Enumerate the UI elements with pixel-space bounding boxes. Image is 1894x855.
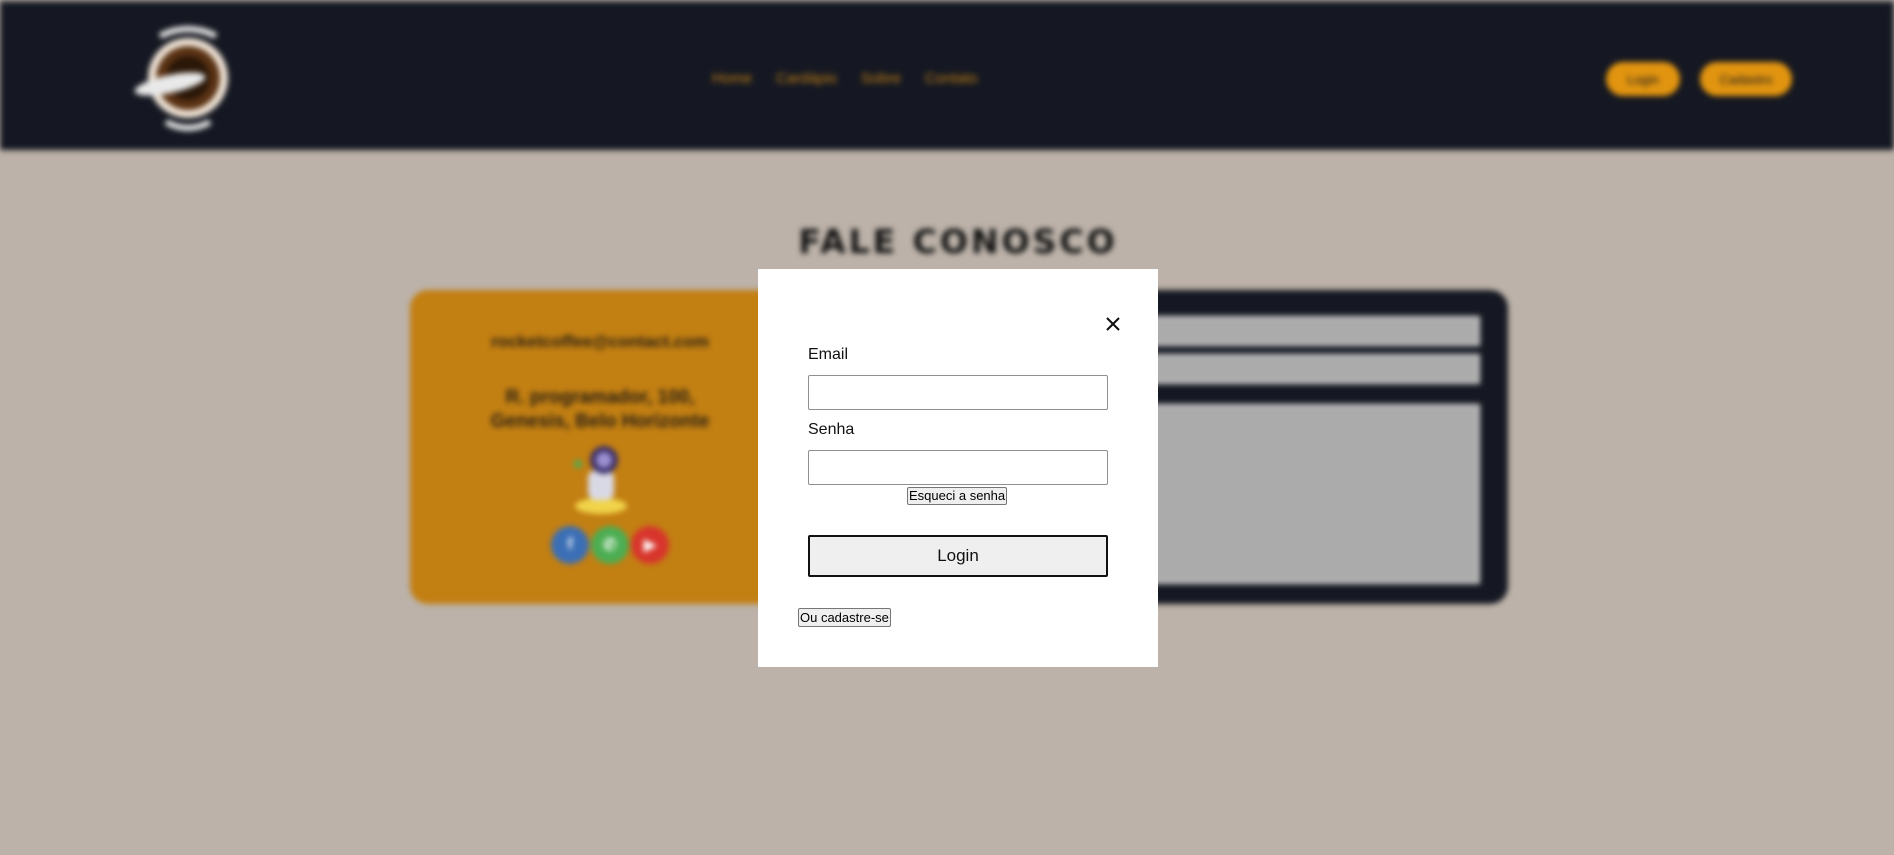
section-title: FALE CONOSCO [798, 222, 1118, 262]
contact-info-card: rocketcoffee@contact.com R. programador,… [410, 290, 790, 604]
navbar: Home Cardápio Sobre Contato Login Cadast… [0, 2, 1894, 150]
contact-email: rocketcoffee@contact.com [491, 332, 709, 351]
close-icon [1106, 317, 1120, 331]
contact-name-field[interactable] [1146, 316, 1480, 346]
nav-link-cardapio[interactable]: Cardápio [776, 70, 837, 87]
facebook-icon[interactable]: f [551, 526, 589, 564]
signup-button[interactable]: Ou cadastre-se [798, 608, 891, 627]
nav-link-contato[interactable]: Contato [925, 70, 978, 87]
astronaut-mascot-image [574, 446, 627, 514]
contact-form-card [1130, 290, 1508, 604]
password-label: Senha [808, 421, 855, 438]
nav-link-sobre[interactable]: Sobre [861, 70, 901, 87]
forgot-password-button[interactable]: Esqueci a senha [907, 487, 1008, 505]
youtube-icon[interactable]: ▶ [631, 526, 669, 564]
nav-login-button[interactable]: Login [1606, 62, 1680, 96]
social-links: f ✆ ▶ [551, 526, 669, 564]
nav-signup-button[interactable]: Cadastro [1700, 62, 1792, 96]
nav-link-home[interactable]: Home [712, 70, 752, 87]
login-button[interactable]: Login [808, 535, 1108, 577]
rocket-coffee-logo[interactable] [130, 22, 242, 138]
close-button[interactable] [1100, 311, 1126, 337]
email-label: Email [808, 346, 849, 363]
nav-links: Home Cardápio Sobre Contato [712, 70, 977, 87]
email-field[interactable] [808, 375, 1108, 410]
password-field[interactable] [808, 450, 1108, 485]
contact-email-field[interactable] [1146, 354, 1480, 384]
contact-message-field[interactable] [1146, 404, 1480, 584]
contact-address: R. programador, 100, Genesis, Belo Horiz… [490, 387, 710, 432]
whatsapp-icon[interactable]: ✆ [591, 526, 629, 564]
login-modal: Email Senha Esqueci a senha Login Ou cad… [758, 269, 1158, 667]
